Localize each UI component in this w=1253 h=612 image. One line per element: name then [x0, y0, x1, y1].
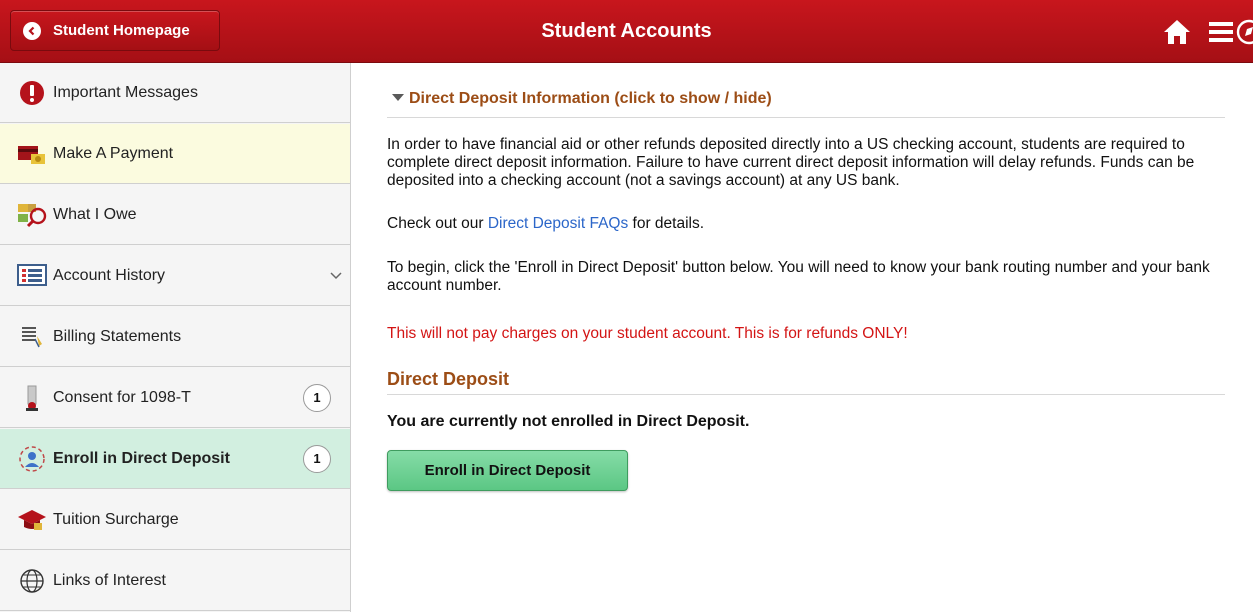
globe-icon [17, 566, 47, 596]
statement-icon [17, 322, 47, 352]
sidebar-item-make-a-payment[interactable]: Make A Payment [0, 124, 350, 184]
triangle-down-icon [392, 94, 404, 101]
navbar-compass-icon[interactable] [1236, 18, 1253, 48]
notification-badge: 1 [303, 383, 331, 412]
sidebar-item-label: Enroll in Direct Deposit [53, 449, 230, 467]
graduation-cap-icon [17, 505, 47, 535]
sidebar-item-label: Account History [53, 266, 166, 284]
chevron-down-icon[interactable] [330, 267, 342, 285]
consent-icon [17, 383, 47, 413]
top-header: Student Homepage Student Accounts [0, 0, 1253, 63]
history-icon [17, 261, 47, 291]
info-paragraph: In order to have financial aid or other … [387, 136, 1195, 189]
refund-warning: This will not pay charges on your studen… [387, 325, 908, 342]
sidebar-item-what-i-owe[interactable]: What I Owe [0, 185, 350, 245]
sidebar-item-important-messages[interactable]: Important Messages [0, 63, 350, 123]
sidebar-item-account-history[interactable]: Account History [0, 246, 350, 306]
owe-icon [17, 200, 47, 230]
direct-deposit-faqs-link[interactable]: Direct Deposit FAQs [488, 215, 628, 232]
faq-suffix: for details. [628, 215, 705, 232]
sidebar-item-label: Make A Payment [53, 144, 174, 162]
faq-paragraph: Check out our Direct Deposit FAQs for de… [387, 215, 1225, 233]
sidebar-item-links-of-interest[interactable]: Links of Interest [0, 551, 350, 611]
sidebar-item-enroll-direct-deposit[interactable]: Enroll in Direct Deposit 1 [0, 429, 350, 489]
student-homepage-label: Student Homepage [53, 22, 190, 39]
sidebar-item-tuition-surcharge[interactable]: Tuition Surcharge [0, 490, 350, 550]
direct-deposit-heading: Direct Deposit [387, 369, 1225, 395]
sidebar-item-label: Consent for 1098-T [53, 388, 191, 406]
instructions-paragraph: To begin, click the 'Enroll in Direct De… [387, 259, 1210, 294]
sidebar-item-billing-statements[interactable]: Billing Statements [0, 307, 350, 367]
sidebar-item-label: Tuition Surcharge [53, 510, 179, 528]
sidebar-item-label: Links of Interest [53, 571, 166, 589]
sidebar-item-label: What I Owe [53, 205, 137, 223]
chevron-left-icon [23, 21, 41, 40]
sidebar-item-label: Billing Statements [53, 327, 182, 345]
payment-icon [17, 139, 47, 169]
menu-icon[interactable] [1206, 17, 1236, 47]
sidebar-item-consent-1098t[interactable]: Consent for 1098-T 1 [0, 368, 350, 428]
section-title: Direct Deposit Information (click to sho… [409, 90, 772, 107]
enroll-direct-deposit-button[interactable]: Enroll in Direct Deposit [387, 450, 628, 491]
sidebar-item-label: Important Messages [53, 83, 198, 101]
enrollment-status: You are currently not enrolled in Direct… [387, 413, 750, 430]
main-content: Direct Deposit Information (click to sho… [352, 63, 1253, 612]
home-icon[interactable] [1162, 17, 1192, 47]
faq-prefix: Check out our [387, 215, 488, 232]
alert-icon [17, 78, 47, 108]
notification-badge: 1 [303, 444, 331, 473]
sidebar: Important Messages Make A Payment What I… [0, 63, 351, 612]
student-homepage-button[interactable]: Student Homepage [10, 10, 220, 51]
direct-deposit-icon [17, 444, 47, 474]
direct-deposit-info-toggle[interactable]: Direct Deposit Information (click to sho… [387, 90, 1225, 118]
